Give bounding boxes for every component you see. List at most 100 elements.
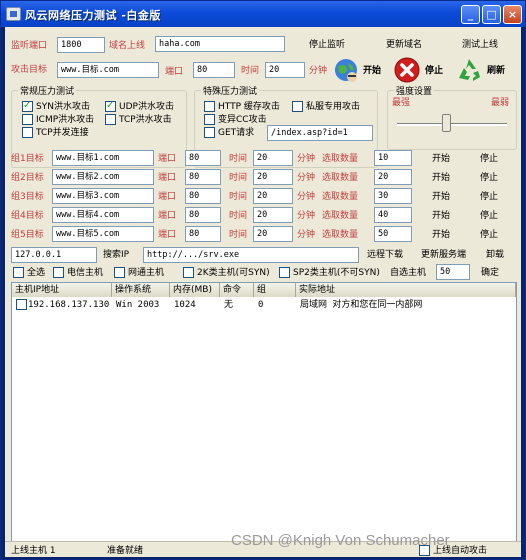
table-row[interactable]: 192.168.137.130 Win 2003 1024 无 0 局域网 对方和您在同一… xyxy=(12,298,516,312)
get-path-input[interactable]: /index.asp?id=1 xyxy=(267,125,373,141)
group-time-label: 时间 xyxy=(229,230,248,240)
tcp-conn-checkbox[interactable] xyxy=(22,127,33,138)
remote-ip-input[interactable]: 127.0.0.1 xyxy=(11,247,97,263)
list-header: 主机IP地址 操作系统 内存(MB) 命令组实际地址 xyxy=(12,283,516,297)
test-online-button[interactable]: 测试上线 xyxy=(462,39,498,51)
tcp-checkbox[interactable] xyxy=(105,114,116,125)
maximize-button[interactable]: □ xyxy=(482,5,501,24)
netcom-checkbox[interactable] xyxy=(114,267,125,278)
group-target-input[interactable]: www.目标5.com xyxy=(52,226,154,242)
get-checkbox[interactable] xyxy=(204,127,215,138)
refresh-recycle-icon[interactable] xyxy=(456,57,482,83)
minimize-button[interactable]: _ xyxy=(461,5,480,24)
group-stop-button[interactable]: 停止 xyxy=(480,229,498,241)
cc-checkbox[interactable] xyxy=(204,114,215,125)
group-target-input[interactable]: www.目标2.com xyxy=(52,169,154,185)
uninstall-button[interactable]: 卸载 xyxy=(486,249,504,261)
icmp-checkbox[interactable] xyxy=(22,114,33,125)
listen-port-input[interactable]: 1800 xyxy=(57,37,105,53)
group-time-label: 时间 xyxy=(229,173,248,183)
strength-min-label: 最弱 xyxy=(491,98,510,108)
column-header[interactable]: 命令 xyxy=(220,283,254,297)
sp2-label: SP2类主机(不可SYN) xyxy=(293,268,380,278)
group-label: 组3目标 xyxy=(11,192,44,202)
group-label: 组4目标 xyxy=(11,211,44,221)
group-minute-label: 分钟 xyxy=(297,154,316,164)
group-port-input[interactable]: 80 xyxy=(185,169,221,185)
group-qty-input[interactable]: 20 xyxy=(374,169,412,185)
group-qty-input[interactable]: 40 xyxy=(374,207,412,223)
group-start-button[interactable]: 开始 xyxy=(432,210,450,222)
http-checkbox[interactable] xyxy=(204,101,215,112)
search-ip-button[interactable]: 搜索IP xyxy=(103,249,129,261)
group-port-label: 端口 xyxy=(158,192,177,202)
column-header[interactable]: 组 xyxy=(254,283,296,297)
listen-port-label: 监听端口 xyxy=(11,41,48,51)
sp2-checkbox[interactable] xyxy=(279,267,290,278)
column-header[interactable]: 内存(MB) xyxy=(170,283,220,297)
column-header[interactable]: 操作系统 xyxy=(112,283,170,297)
attack-target-input[interactable]: www.目标.com xyxy=(57,62,159,78)
update-domain-button[interactable]: 更新域名 xyxy=(386,39,422,51)
attack-time-input[interactable]: 20 xyxy=(265,62,305,78)
group-stop-button[interactable]: 停止 xyxy=(480,153,498,165)
online-hosts-status: 上线主机 1 xyxy=(11,546,56,556)
strength-slider-thumb[interactable] xyxy=(442,114,451,132)
remote-download-button[interactable]: 远程下载 xyxy=(367,249,403,261)
syn-checkbox[interactable] xyxy=(22,100,33,112)
group-start-button[interactable]: 开始 xyxy=(432,153,450,165)
netcom-label: 网通主机 xyxy=(128,268,165,278)
group-minute-label: 分钟 xyxy=(297,230,316,240)
row-checkbox[interactable] xyxy=(16,299,27,310)
group-time-input[interactable]: 20 xyxy=(253,169,293,185)
group-time-input[interactable]: 20 xyxy=(253,188,293,204)
table-cell: 局域网 对方和您在同一内部网 xyxy=(300,300,423,310)
group-qty-input[interactable]: 10 xyxy=(374,150,412,166)
group-stop-button[interactable]: 停止 xyxy=(480,191,498,203)
stop-icon[interactable] xyxy=(394,57,420,83)
choose-host-input[interactable]: 50 xyxy=(436,264,470,280)
group-qty-input[interactable]: 30 xyxy=(374,188,412,204)
app-window: 风云网络压力测试 -白金版 _ □ × 监听端口 1800 域名上线 haha.… xyxy=(0,0,526,560)
group-target-input[interactable]: www.目标4.com xyxy=(52,207,154,223)
group-target-input[interactable]: www.目标1.com xyxy=(52,150,154,166)
group-time-input[interactable]: 20 xyxy=(253,150,293,166)
group-stop-button[interactable]: 停止 xyxy=(480,210,498,222)
select-all-checkbox[interactable] xyxy=(13,267,24,278)
twok-checkbox[interactable] xyxy=(183,267,194,278)
attack-port-input[interactable]: 80 xyxy=(193,62,235,78)
group-port-input[interactable]: 80 xyxy=(185,207,221,223)
group-time-input[interactable]: 20 xyxy=(253,226,293,242)
group-target-input[interactable]: www.目标3.com xyxy=(52,188,154,204)
select-all-label: 全选 xyxy=(27,268,46,278)
attack-refresh-button[interactable]: 刷新 xyxy=(487,65,505,77)
group-port-input[interactable]: 80 xyxy=(185,150,221,166)
udp-checkbox[interactable] xyxy=(105,100,116,112)
private-label: 私服专用攻击 xyxy=(306,102,361,112)
group-label: 组5目标 xyxy=(11,230,44,240)
group-port-input[interactable]: 80 xyxy=(185,188,221,204)
group-qty-input[interactable]: 50 xyxy=(374,226,412,242)
strength-track xyxy=(397,123,507,126)
update-service-button[interactable]: 更新服务端 xyxy=(421,249,466,261)
group-start-button[interactable]: 开始 xyxy=(432,229,450,241)
attack-stop-button[interactable]: 停止 xyxy=(425,65,443,77)
stop-listen-button[interactable]: 停止监听 xyxy=(309,39,345,51)
host-list[interactable]: 主机IP地址 操作系统 内存(MB) 命令组实际地址 192.168.137.130 W… xyxy=(11,282,517,542)
close-button[interactable]: × xyxy=(503,5,522,24)
title-bar[interactable]: 风云网络压力测试 -白金版 _ □ × xyxy=(1,1,525,27)
confirm-button[interactable]: 确定 xyxy=(481,267,499,279)
column-header[interactable]: 实际地址 xyxy=(296,283,516,297)
group-start-button[interactable]: 开始 xyxy=(432,191,450,203)
private-checkbox[interactable] xyxy=(292,101,303,112)
group-start-button[interactable]: 开始 xyxy=(432,172,450,184)
column-header[interactable]: 主机IP地址 xyxy=(12,283,112,297)
telecom-checkbox[interactable] xyxy=(53,267,64,278)
group-stop-button[interactable]: 停止 xyxy=(480,172,498,184)
remote-url-input[interactable]: http://.../srv.exe xyxy=(143,247,359,263)
group-time-input[interactable]: 20 xyxy=(253,207,293,223)
domain-input[interactable]: haha.com xyxy=(155,36,285,52)
attack-start-button[interactable]: 开始 xyxy=(363,65,381,77)
group-port-input[interactable]: 80 xyxy=(185,226,221,242)
start-globe-icon[interactable] xyxy=(333,57,359,83)
